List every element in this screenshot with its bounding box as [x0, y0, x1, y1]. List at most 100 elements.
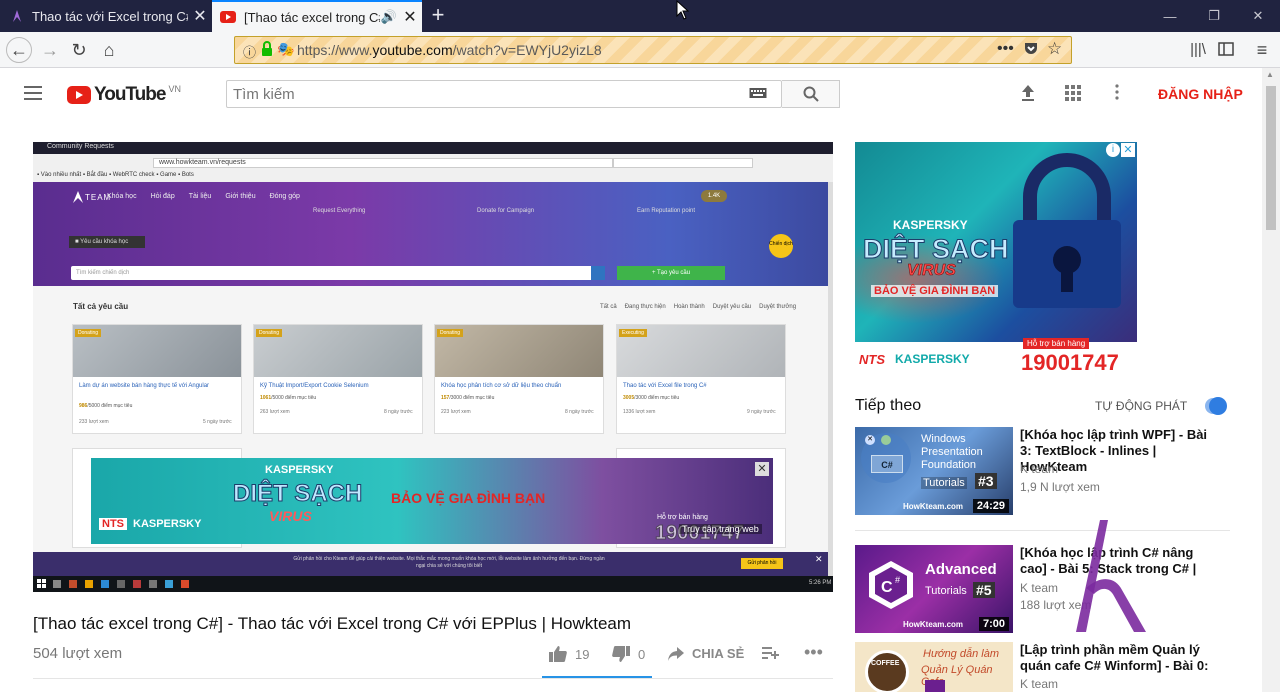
- browser-tab-bar: Thao tác với Excel trong C# ✕ [Thao tác …: [0, 0, 1280, 32]
- address-bar[interactable]: ⓘ 🎭 https://www.youtube.com/watch?v=EWYj…: [234, 36, 1072, 64]
- tab-title: [Thao tác excel trong C#] -: [244, 9, 380, 25]
- upload-icon[interactable]: [1020, 84, 1036, 107]
- search-input[interactable]: [227, 81, 727, 107]
- svg-text:#: #: [895, 575, 900, 585]
- channel-name[interactable]: K team: [1020, 462, 1058, 476]
- video-thumbnail[interactable]: ✕ C# Windows Presentation Foundation Tut…: [855, 427, 1013, 515]
- ad-slogan: BẢO VỆ GIA ĐÌNH BẠN: [871, 285, 999, 297]
- add-to-playlist-button[interactable]: [762, 646, 780, 660]
- ad-brand: KASPERSKY: [893, 218, 968, 232]
- video-thumbnail[interactable]: COFFEE Hướng dẫn làm Quản Lý Quán Cafe: [855, 642, 1013, 692]
- csharp-logo-icon: C #: [869, 561, 913, 609]
- up-next-heading: Tiếp theo: [855, 397, 922, 414]
- bookmark-star-icon[interactable]: ☆: [1047, 39, 1062, 59]
- hamburger-menu-icon[interactable]: ≡: [1250, 38, 1274, 62]
- padlock-icon: [1013, 153, 1121, 308]
- kteam-favicon-icon: [13, 10, 21, 22]
- video-title-link[interactable]: [Lập trình phần mềm Quản lý quán cafe C#…: [1020, 642, 1210, 674]
- video-player[interactable]: Community Requests www.howkteam.vn/reque…: [33, 142, 833, 592]
- minimize-icon[interactable]: —: [1148, 0, 1192, 32]
- autoplay-toggle[interactable]: [1205, 397, 1227, 415]
- recorded-feedback-bar: Gửi phản hồi cho Kteam để giúp cải thiện…: [33, 552, 828, 576]
- audio-playing-icon[interactable]: 🔊: [380, 9, 398, 25]
- sidebar-ad[interactable]: KASPERSKY DIỆT SẠCH VIRUS BẢO VỆ GIA ĐÌN…: [855, 142, 1137, 376]
- page-scrollbar[interactable]: ▲: [1262, 68, 1280, 692]
- browser-tab-active[interactable]: [Thao tác excel trong C#] - 🔊 ✕: [212, 0, 422, 32]
- recorded-card: Executing Thao tác với Excel file trong …: [616, 324, 786, 434]
- like-button[interactable]: 19: [549, 646, 589, 662]
- recorded-site-banner: TEAM Khóa học Hỏi đáp Tài liệu Giới thiệu Đó…: [33, 182, 828, 286]
- channel-name[interactable]: K team: [1020, 677, 1058, 691]
- url-text[interactable]: https://www.youtube.com/watch?v=EWYjU2yi…: [297, 42, 602, 58]
- apps-grid-icon[interactable]: [1065, 85, 1081, 106]
- recorded-card: Donating Kỹ Thuật Import/Export Cookie S…: [253, 324, 423, 434]
- search-button[interactable]: [782, 80, 840, 108]
- divider: [855, 530, 1230, 531]
- recorded-nav-bar: www.howkteam.vn/requests ▪ Vào nhiều nhấ…: [33, 154, 833, 182]
- video-overlay-ad[interactable]: KASPERSKY DIỆT SẠCH VIRUS BẢO VỆ GIA ĐÌN…: [91, 458, 773, 545]
- ad-close-icon[interactable]: ✕: [1121, 143, 1135, 157]
- sentiment-bar: [542, 676, 652, 678]
- recorded-card: Donating Khóa học phân tích cơ sở dữ liệ…: [434, 324, 604, 434]
- logo-text: YouTube: [94, 84, 166, 105]
- thumbs-up-icon: [549, 646, 567, 662]
- mouse-cursor-icon: [676, 0, 690, 25]
- svg-text:C: C: [881, 579, 893, 596]
- reload-icon[interactable]: ↻: [67, 38, 91, 62]
- channel-name[interactable]: K team: [1020, 581, 1058, 595]
- scroll-up-icon[interactable]: ▲: [1266, 70, 1274, 79]
- ad-headline: DIỆT SẠCH: [863, 234, 1010, 265]
- youtube-play-icon: [67, 86, 91, 104]
- region-code: VN: [168, 84, 181, 94]
- tab-title: Thao tác với Excel trong C#: [32, 8, 188, 24]
- kteam-watermark-icon: [1076, 520, 1146, 632]
- youtube-logo[interactable]: YouTube VN: [67, 84, 181, 106]
- more-vert-icon[interactable]: [1115, 84, 1119, 105]
- sign-in-button[interactable]: ĐĂNG NHẬP: [1158, 86, 1243, 102]
- close-window-icon[interactable]: ✕: [1236, 0, 1280, 32]
- back-arrow-icon[interactable]: ←: [6, 37, 32, 63]
- scrollbar-thumb[interactable]: [1266, 86, 1276, 230]
- autoplay-label: TỰ ĐỘNG PHÁT: [1095, 399, 1188, 413]
- maximize-icon[interactable]: ❐: [1192, 0, 1236, 32]
- recorded-taskbar: 5:26 PM: [33, 576, 833, 592]
- close-ad-icon[interactable]: ✕: [755, 462, 769, 476]
- share-label: CHIA SẺ: [692, 646, 745, 661]
- keyboard-icon[interactable]: [749, 86, 767, 105]
- view-count: 504 lượt xem: [33, 645, 123, 662]
- thumbs-down-icon: [612, 646, 630, 662]
- playlist-add-icon: [762, 647, 779, 659]
- info-icon[interactable]: ⓘ: [243, 42, 256, 61]
- lock-icon[interactable]: [261, 41, 273, 62]
- divider: [33, 678, 833, 679]
- pocket-icon[interactable]: [1023, 40, 1039, 61]
- video-thumbnail[interactable]: C # Advanced Tutorials #5 HowKteam.com 7:…: [855, 545, 1013, 633]
- duration-badge: 7:00: [978, 617, 1009, 631]
- x-icon: ✕: [865, 435, 875, 445]
- page-actions-icon[interactable]: •••: [997, 40, 1014, 58]
- dislike-button[interactable]: 0: [612, 646, 645, 662]
- library-icon[interactable]: |||\: [1186, 38, 1210, 62]
- recorded-tab-strip: Community Requests: [33, 142, 833, 154]
- forward-arrow-icon[interactable]: →: [38, 38, 62, 62]
- tracking-icon[interactable]: 🎭: [277, 41, 294, 58]
- guide-menu-icon[interactable]: [24, 86, 42, 105]
- browser-nav-bar: ← → ↻ ⌂ ⓘ 🎭 https://www.youtube.com/watc…: [0, 32, 1280, 68]
- view-count: 1,9 N lượt xem: [1020, 480, 1100, 494]
- tab-close-icon[interactable]: ✕: [398, 7, 422, 27]
- share-arrow-icon: [668, 646, 684, 661]
- ad-headline-virus: VIRUS: [907, 262, 956, 280]
- new-tab-icon[interactable]: +: [428, 4, 448, 26]
- duration-badge: 24:29: [972, 499, 1009, 513]
- ad-info-icon[interactable]: i: [1106, 143, 1120, 157]
- tab-close-icon[interactable]: ✕: [188, 6, 212, 26]
- sidebar-toggle-icon[interactable]: [1214, 38, 1238, 62]
- search-icon: [803, 86, 819, 102]
- home-icon[interactable]: ⌂: [97, 38, 121, 62]
- search-box: [226, 80, 782, 108]
- share-button[interactable]: CHIA SẺ: [668, 646, 744, 661]
- youtube-favicon-icon: [220, 11, 236, 23]
- recorded-card: Donating Làm dự án website bán hàng thực…: [72, 324, 242, 434]
- more-actions-icon[interactable]: •••: [804, 642, 823, 663]
- browser-tab[interactable]: Thao tác với Excel trong C# ✕: [0, 0, 212, 32]
